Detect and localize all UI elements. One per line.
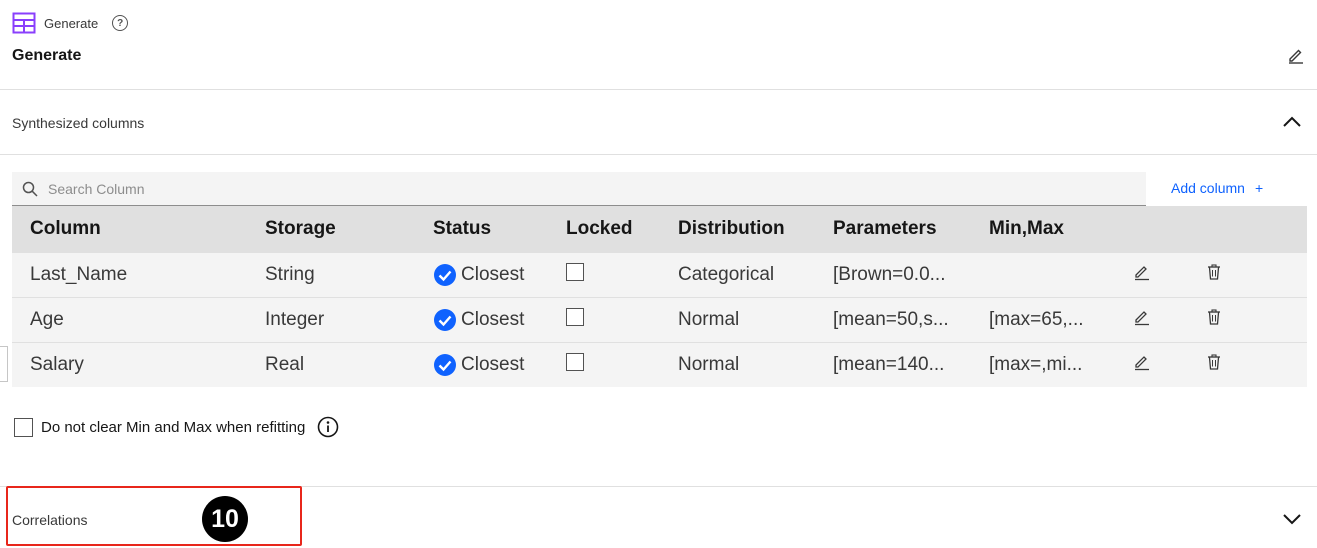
- cell-parameters: [mean=50,s...: [815, 296, 971, 342]
- chevron-up-icon[interactable]: [1281, 111, 1303, 133]
- column-header-locked[interactable]: Locked: [548, 206, 660, 252]
- refit-option[interactable]: Do not clear Min and Max when refitting: [14, 416, 339, 438]
- table-row[interactable]: Last_Name String Closest Categorical [Br…: [12, 251, 1307, 297]
- help-icon[interactable]: ?: [112, 15, 129, 31]
- pencil-icon[interactable]: [1133, 263, 1151, 281]
- status-text: Closest: [461, 353, 525, 375]
- callout-highlight-box: [6, 486, 302, 546]
- add-column-button[interactable]: Add column +: [1171, 180, 1263, 196]
- column-header-minmax[interactable]: Min,Max: [971, 206, 1115, 252]
- checkmark-filled-icon: [434, 353, 456, 376]
- cell-parameters: [Brown=0.0...: [815, 251, 971, 297]
- search-icon: [22, 181, 38, 197]
- checkmark-filled-icon: [434, 308, 456, 331]
- trash-icon[interactable]: [1205, 308, 1223, 326]
- cell-edit: [1115, 296, 1187, 342]
- cell-parameters: [mean=140...: [815, 341, 971, 387]
- cell-minmax: [971, 251, 1115, 297]
- cell-column: Last_Name: [12, 251, 247, 297]
- cell-minmax: [max=65,...: [971, 296, 1115, 342]
- cell-minmax: [max=,mi...: [971, 341, 1115, 387]
- column-header-storage[interactable]: Storage: [247, 206, 415, 252]
- info-icon[interactable]: [317, 416, 339, 438]
- cell-storage: Real: [247, 341, 415, 387]
- checkmark-filled-icon: [434, 263, 456, 286]
- cell-locked: [548, 251, 660, 297]
- cell-edit: [1115, 341, 1187, 387]
- cell-column: Age: [12, 296, 247, 342]
- cell-distribution: Normal: [660, 296, 815, 342]
- column-header-parameters[interactable]: Parameters: [815, 206, 971, 252]
- locked-checkbox[interactable]: [566, 262, 584, 281]
- chevron-down-icon[interactable]: [1281, 508, 1303, 530]
- table-grid-icon: [12, 12, 36, 34]
- cell-storage: Integer: [247, 296, 415, 342]
- locked-checkbox[interactable]: [566, 307, 584, 326]
- column-header-edit: [1115, 206, 1187, 252]
- divider: [0, 89, 1317, 90]
- search-column-input[interactable]: [48, 180, 448, 197]
- cell-column: Salary: [12, 341, 247, 387]
- cell-storage: String: [247, 251, 415, 297]
- edit-title-pencil-icon[interactable]: [1287, 46, 1305, 64]
- left-panel-edge: [0, 346, 8, 382]
- synthesized-columns-header[interactable]: Synthesized columns: [12, 115, 144, 131]
- synthesized-columns-table: Column Storage Status Locked Distributio…: [12, 206, 1307, 387]
- status-text: Closest: [461, 263, 525, 285]
- cell-delete: [1187, 296, 1307, 342]
- node-header: Generate ?: [12, 12, 129, 34]
- cell-distribution: Normal: [660, 341, 815, 387]
- table-header-row: Column Storage Status Locked Distributio…: [12, 206, 1307, 252]
- column-header-distribution[interactable]: Distribution: [660, 206, 815, 252]
- locked-checkbox[interactable]: [566, 352, 584, 371]
- add-icon: +: [1254, 180, 1264, 196]
- refit-label: Do not clear Min and Max when refitting: [41, 418, 306, 436]
- page-title: Generate: [12, 47, 82, 64]
- cell-locked: [548, 341, 660, 387]
- column-header-column[interactable]: Column: [12, 206, 247, 252]
- trash-icon[interactable]: [1205, 263, 1223, 281]
- column-header-delete: [1187, 206, 1307, 252]
- refit-checkbox[interactable]: [14, 417, 33, 437]
- column-header-status[interactable]: Status: [415, 206, 548, 252]
- trash-icon[interactable]: [1205, 353, 1223, 371]
- pencil-icon[interactable]: [1133, 308, 1151, 326]
- cell-status: Closest: [415, 251, 548, 297]
- cell-delete: [1187, 341, 1307, 387]
- cell-status: Closest: [415, 341, 548, 387]
- add-column-label: Add column: [1171, 180, 1245, 196]
- status-text: Closest: [461, 308, 525, 330]
- table-row[interactable]: Salary Real Closest Normal [mean=140... …: [12, 341, 1307, 387]
- cell-edit: [1115, 251, 1187, 297]
- cell-delete: [1187, 251, 1307, 297]
- cell-distribution: Categorical: [660, 251, 815, 297]
- pencil-icon[interactable]: [1133, 353, 1151, 371]
- callout-step-badge: 10: [202, 496, 248, 542]
- cell-locked: [548, 296, 660, 342]
- search-field[interactable]: [12, 172, 1146, 206]
- divider: [0, 154, 1317, 155]
- table-row[interactable]: Age Integer Closest Normal [mean=50,s...…: [12, 296, 1307, 342]
- cell-status: Closest: [415, 296, 548, 342]
- node-type-label: Generate: [44, 15, 99, 31]
